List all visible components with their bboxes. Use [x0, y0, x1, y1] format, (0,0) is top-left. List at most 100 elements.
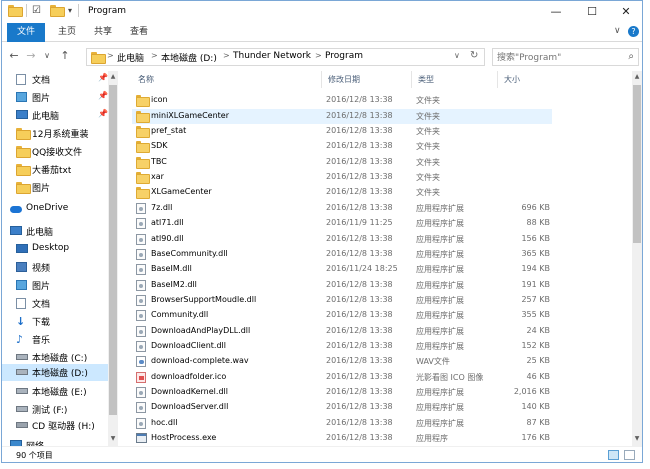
file-type: 应用程序扩展 [416, 342, 464, 351]
breadcrumb-separator[interactable]: > [315, 51, 322, 60]
customize-toolbar-icon[interactable]: ▾ [68, 6, 72, 20]
scroll-down-icon[interactable]: ▼ [109, 434, 117, 444]
nav-item-documents-quick[interactable]: 文档 📌 [2, 71, 114, 87]
nav-item-documents[interactable]: 文档 [2, 295, 114, 311]
file-type: 文件夹 [416, 158, 440, 167]
cd-drive-icon [16, 420, 28, 430]
details-view-icon[interactable] [608, 450, 619, 460]
pin-icon: 📌 [98, 91, 108, 100]
forward-button[interactable]: → [24, 49, 38, 63]
pin-icon: 📌 [98, 73, 108, 82]
column-header-size[interactable]: 大小 [498, 71, 562, 88]
file-row[interactable]: DownloadServer.dll 2016/12/8 13:38 应用程序扩… [132, 400, 552, 415]
nav-item-network[interactable]: 网络 [2, 437, 114, 446]
large-icons-view-icon[interactable] [624, 450, 635, 460]
breadcrumb-separator[interactable]: > [223, 51, 230, 60]
tab-file[interactable]: 文件 [7, 23, 45, 42]
file-date: 2016/12/8 13:38 [326, 387, 393, 396]
scroll-up-icon[interactable]: ▲ [109, 72, 117, 82]
nav-item-videos[interactable]: 视频 [2, 259, 114, 275]
help-icon[interactable]: ? [628, 26, 639, 37]
nav-pane-scrollbar[interactable]: ▲ ▼ [108, 71, 118, 446]
address-dropdown-icon[interactable]: ∨ [454, 51, 460, 60]
nav-item-music[interactable]: ♪ 音乐 [2, 331, 114, 347]
nav-item-folder-reinstall[interactable]: 12月系统重装 [2, 125, 114, 141]
new-folder-icon[interactable] [50, 5, 65, 19]
recent-locations-button[interactable]: ∨ [40, 49, 54, 63]
nav-item-this-pc-quick[interactable]: 此电脑 📌 [2, 107, 114, 123]
nav-item-onedrive[interactable]: OneDrive [2, 201, 114, 217]
file-row[interactable]: atl71.dll 2016/11/9 11:25 应用程序扩展 88 KB [132, 216, 552, 231]
file-date: 2016/12/8 13:38 [326, 187, 393, 196]
scroll-up-icon[interactable]: ▲ [633, 72, 641, 82]
breadcrumb-thunder-network[interactable]: Thunder Network [233, 51, 311, 61]
breadcrumb-separator[interactable]: > [151, 51, 158, 60]
nav-item-drive-f[interactable]: 测试 (F:) [2, 401, 114, 417]
file-row[interactable]: xar 2016/12/8 13:38 文件夹 [132, 170, 552, 185]
file-row[interactable]: BrowserSupportMoudle.dll 2016/12/8 13:38… [132, 293, 552, 308]
nav-item-drive-c[interactable]: 本地磁盘 (C:) [2, 349, 114, 365]
scroll-down-icon[interactable]: ▼ [633, 434, 641, 444]
nav-item-folder-qq[interactable]: QQ接收文件 [2, 143, 114, 159]
breadcrumb-program[interactable]: Program [325, 51, 363, 61]
tab-home[interactable]: 主页 [50, 23, 84, 42]
file-row[interactable]: 7z.dll 2016/12/8 13:38 应用程序扩展 696 KB [132, 201, 552, 216]
nav-pane-scroll-thumb[interactable] [109, 85, 117, 415]
refresh-icon[interactable]: ↻ [470, 50, 478, 61]
file-type: 应用程序扩展 [416, 419, 464, 428]
tab-share[interactable]: 共享 [86, 23, 120, 42]
file-row[interactable]: DownloadAndPlayDLL.dll 2016/12/8 13:38 应… [132, 324, 552, 339]
file-row[interactable]: BaseIM2.dll 2016/12/8 13:38 应用程序扩展 191 K… [132, 278, 552, 293]
file-row[interactable]: XLGameCenter 2016/12/8 13:38 文件夹 [132, 185, 552, 200]
search-icon[interactable]: ⌕ [628, 51, 634, 62]
nav-item-downloads[interactable]: ↓ 下载 [2, 313, 114, 329]
search-box[interactable]: ⌕ [492, 48, 639, 66]
breadcrumb-separator[interactable]: > [107, 51, 114, 60]
address-bar[interactable]: > 此电脑 > 本地磁盘 (D:) > Thunder Network > Pr… [86, 48, 485, 66]
file-row[interactable]: hoc.dll 2016/12/8 13:38 应用程序扩展 87 KB [132, 416, 552, 431]
nav-item-folder-pictures[interactable]: 图片 [2, 179, 114, 195]
file-row[interactable]: miniXLGameCenter 2016/12/8 13:38 文件夹 [132, 109, 552, 124]
file-row[interactable]: SDK 2016/12/8 13:38 文件夹 [132, 139, 552, 154]
file-row[interactable]: HostProcess.exe 2016/12/8 13:38 应用程序 176… [132, 431, 552, 446]
properties-icon[interactable]: ☑ [32, 5, 41, 19]
file-row[interactable]: TBC 2016/12/8 13:38 文件夹 [132, 155, 552, 170]
up-button[interactable]: ↑ [58, 49, 72, 63]
nav-item-folder-txt[interactable]: 大番茄txt [2, 161, 114, 177]
file-row[interactable]: BaseCommunity.dll 2016/12/8 13:38 应用程序扩展… [132, 247, 552, 262]
column-header-date[interactable]: 修改日期 [322, 71, 412, 88]
column-header-type[interactable]: 类型 [412, 71, 498, 88]
file-row[interactable]: pref_stat 2016/12/8 13:38 文件夹 [132, 124, 552, 139]
breadcrumb-drive-d[interactable]: 本地磁盘 (D:) [161, 51, 217, 64]
back-button[interactable]: ← [7, 49, 21, 63]
maximize-button[interactable]: ☐ [576, 1, 608, 23]
nav-item-pictures[interactable]: 图片 [2, 277, 114, 293]
file-list-scroll-thumb[interactable] [633, 85, 641, 243]
tab-view[interactable]: 查看 [122, 23, 156, 42]
file-row[interactable]: DownloadKernel.dll 2016/12/8 13:38 应用程序扩… [132, 385, 552, 400]
file-row[interactable]: BaseIM.dll 2016/11/24 18:25 应用程序扩展 194 K… [132, 262, 552, 277]
file-row[interactable]: Community.dll 2016/12/8 13:38 应用程序扩展 355… [132, 308, 552, 323]
nav-item-label: 此电脑 [26, 228, 54, 238]
nav-item-drive-e[interactable]: 本地磁盘 (E:) [2, 383, 114, 399]
file-row[interactable]: DownloadClient.dll 2016/12/8 13:38 应用程序扩… [132, 339, 552, 354]
ribbon-expand-icon[interactable]: ∨ [614, 26, 621, 36]
nav-item-this-pc[interactable]: 此电脑 [2, 223, 114, 239]
file-list-scrollbar[interactable]: ▲ ▼ [632, 71, 642, 446]
address-row: ← → ∨ ↑ > 此电脑 > 本地磁盘 (D:) > Thunder Netw… [2, 43, 642, 71]
file-row[interactable]: download-complete.wav 2016/12/8 13:38 WA… [132, 354, 552, 369]
nav-item-drive-d[interactable]: 本地磁盘 (D:) [2, 364, 114, 381]
nav-item-pictures-quick[interactable]: 图片 📌 [2, 89, 114, 105]
file-row[interactable]: downloadfolder.ico 2016/12/8 13:38 光影看图 … [132, 370, 552, 385]
nav-item-cd-drive[interactable]: CD 驱动器 (H:) [2, 417, 114, 433]
nav-item-desktop[interactable]: Desktop [2, 241, 114, 257]
close-button[interactable]: ✕ [610, 1, 642, 23]
file-row[interactable]: atl90.dll 2016/12/8 13:38 应用程序扩展 156 KB [132, 232, 552, 247]
column-header-name[interactable]: 名称 ^ [132, 71, 322, 88]
minimize-button[interactable]: — [540, 1, 572, 23]
file-type: 文件夹 [416, 188, 440, 197]
search-input[interactable] [497, 51, 617, 64]
file-row[interactable]: icon 2016/12/8 13:38 文件夹 [132, 93, 552, 108]
breadcrumb-this-pc[interactable]: 此电脑 [117, 51, 144, 64]
file-date: 2016/12/8 13:38 [326, 280, 393, 289]
